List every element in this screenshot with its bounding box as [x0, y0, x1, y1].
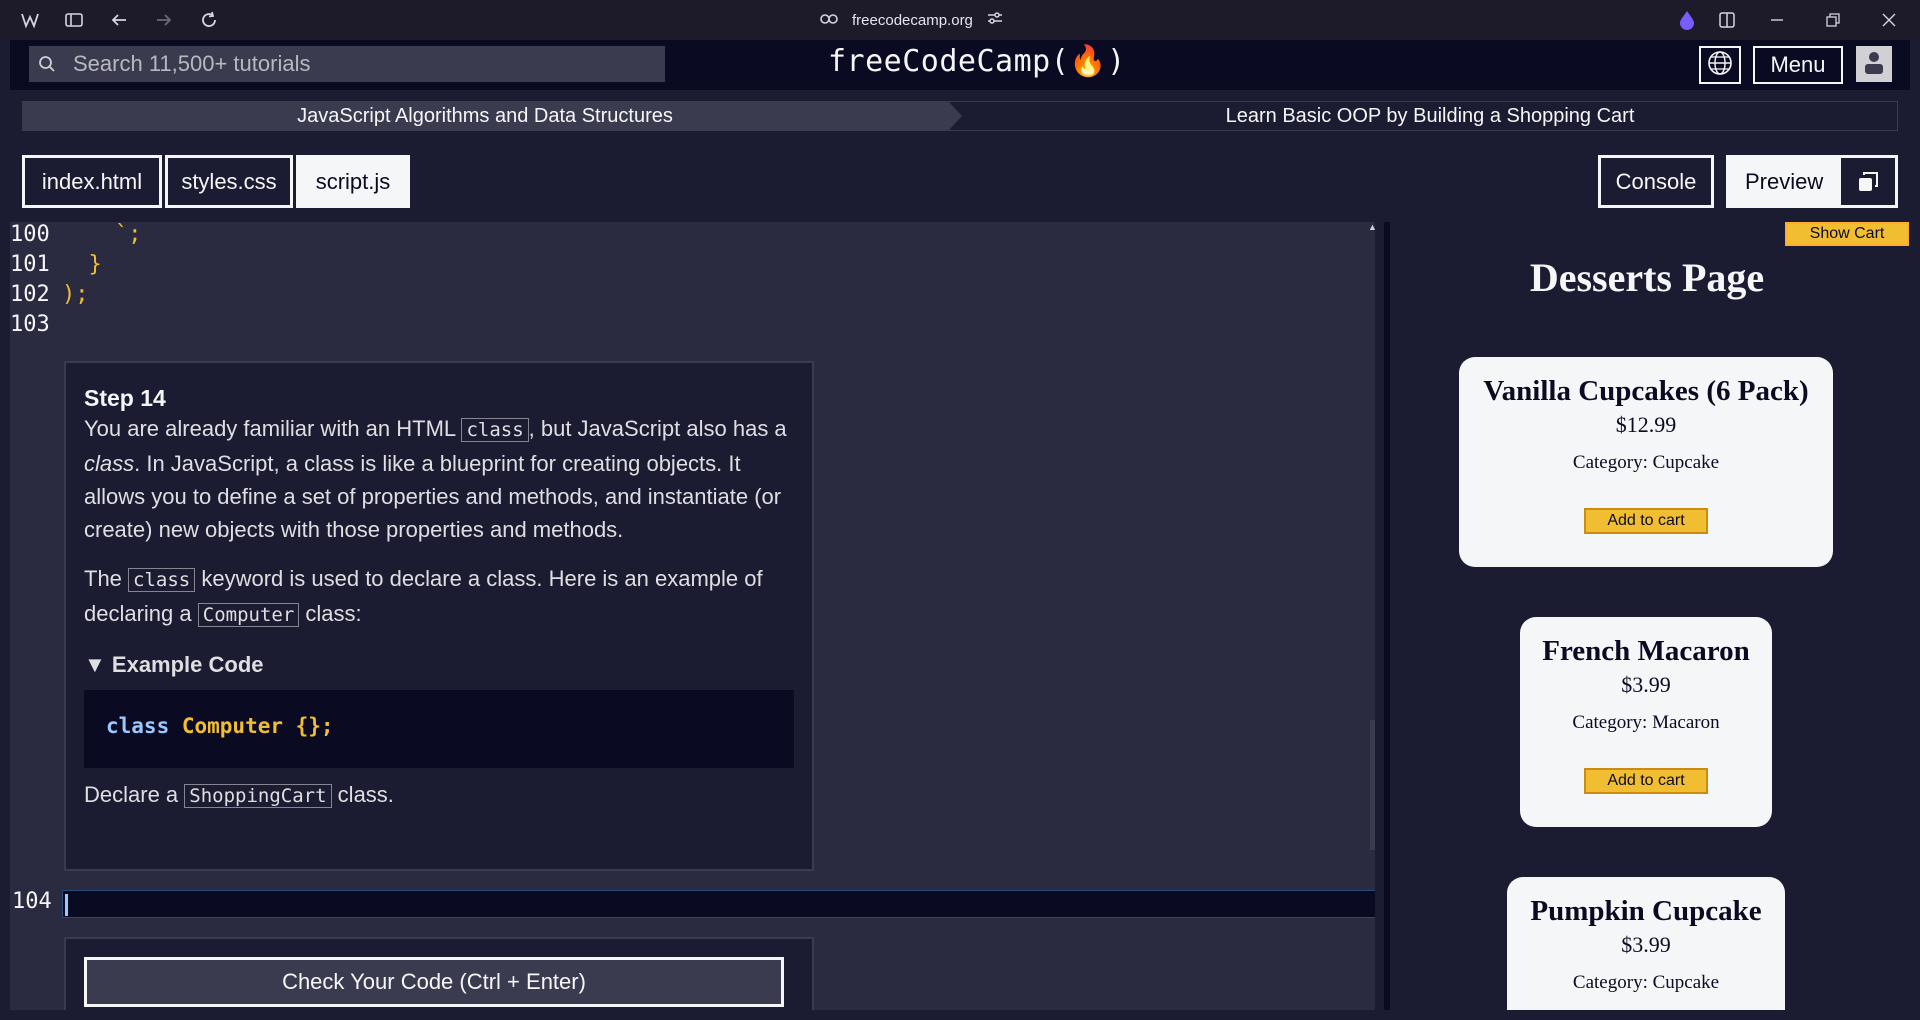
product-name: Pumpkin Cupcake — [1530, 895, 1762, 927]
product-card: Pumpkin Cupcake $3.99 Category: Cupcake — [1507, 877, 1785, 1010]
emphasis: class — [84, 451, 135, 476]
fcc-navbar: freeCodeCamp(🔥) Menu — [10, 40, 1910, 90]
fcc-logo[interactable]: freeCodeCamp(🔥) — [828, 44, 1126, 79]
product-category: Category: Cupcake — [1572, 452, 1720, 473]
line-number: 102 — [10, 282, 50, 307]
product-name: Vanilla Cupcakes (6 Pack) — [1483, 375, 1809, 407]
split-view-icon[interactable] — [1715, 8, 1739, 32]
sidebar-toggle-icon[interactable] — [62, 8, 86, 32]
page-title: Desserts Page — [1529, 255, 1765, 300]
code-line: ); — [62, 282, 89, 307]
preview-label: Preview — [1745, 168, 1824, 194]
tab-script-js[interactable]: script.js — [296, 155, 410, 208]
example-code-toggle[interactable]: ▼ Example Code — [84, 652, 794, 678]
text: class. — [331, 782, 394, 807]
preview-divider[interactable] — [1384, 222, 1390, 1010]
step-title: Step 14 — [84, 385, 166, 411]
check-code-panel: Check Your Code (Ctrl + Enter) — [64, 937, 814, 1010]
check-code-button[interactable]: Check Your Code (Ctrl + Enter) — [84, 957, 784, 1007]
code-line: } — [62, 252, 102, 277]
product-price: $3.99 — [1621, 932, 1671, 957]
add-to-cart-button[interactable]: Add to cart — [1584, 768, 1708, 794]
search-bar[interactable] — [29, 46, 665, 82]
example-summary-label: Example Code — [111, 652, 264, 677]
product-card: French Macaron $3.99 Category: Macaron A… — [1520, 617, 1772, 827]
inline-code: ShoppingCart — [184, 784, 332, 808]
popout-icon[interactable] — [1841, 158, 1895, 205]
reload-icon[interactable] — [197, 8, 221, 32]
step-paragraph-1: You are already familiar with an HTML cl… — [84, 412, 794, 546]
example-code-block: class Computer {}; — [84, 690, 794, 768]
line-number: 103 — [10, 312, 50, 337]
preview-pane: Show Cart Desserts Page Vanilla Cupcakes… — [1384, 222, 1910, 1010]
scrollbar-thumb[interactable] — [1370, 720, 1375, 850]
back-arrow-icon[interactable] — [107, 8, 131, 32]
breadcrumb-superblock[interactable]: JavaScript Algorithms and Data Structure… — [22, 101, 962, 131]
code-line: `; — [62, 222, 142, 247]
editor-scrollbar[interactable]: ▲ — [1368, 222, 1375, 1010]
breadcrumb-block[interactable]: Learn Basic OOP by Building a Shopping C… — [948, 101, 1898, 131]
code-rest: Computer {}; — [169, 714, 334, 738]
product-card: Vanilla Cupcakes (6 Pack) $12.99 Categor… — [1459, 357, 1833, 567]
triangle-down-icon: ▼ — [84, 652, 106, 677]
breadcrumb: JavaScript Algorithms and Data Structure… — [22, 101, 1898, 131]
search-icon — [29, 46, 65, 82]
text: class: — [299, 601, 362, 626]
line-number: 104 — [12, 889, 52, 914]
text: Declare a — [84, 782, 185, 807]
address-bar[interactable]: freecodecamp.org — [820, 8, 1003, 32]
language-button[interactable] — [1699, 46, 1741, 84]
inline-code: class — [461, 418, 529, 442]
link-icon — [820, 12, 838, 29]
add-to-cart-button[interactable]: Add to cart — [1584, 508, 1708, 534]
step-paragraph-3: Declare a ShoppingCart class. — [84, 778, 794, 813]
product-price: $12.99 — [1615, 412, 1677, 437]
user-avatar-icon — [1860, 48, 1888, 81]
console-button[interactable]: Console — [1598, 155, 1714, 208]
extension-icon[interactable] — [1675, 8, 1699, 32]
step-paragraph-2: The class keyword is used to declare a c… — [84, 562, 794, 632]
forward-arrow-icon[interactable] — [152, 8, 176, 32]
menu-button[interactable]: Menu — [1753, 46, 1843, 84]
text: . In JavaScript, a class is like a bluep… — [84, 451, 782, 542]
restore-icon[interactable] — [1821, 8, 1845, 32]
text: , but JavaScript also has a — [528, 416, 787, 441]
product-category: Category: Macaron — [1572, 712, 1720, 733]
preview-button[interactable]: Preview — [1726, 155, 1898, 208]
text: You are already familiar with an HTML — [84, 416, 462, 441]
code-keyword: class — [106, 714, 170, 738]
minimize-icon[interactable] — [1765, 8, 1789, 32]
search-input[interactable] — [65, 51, 645, 77]
tab-styles-css[interactable]: styles.css — [165, 155, 293, 208]
inline-code: Computer — [197, 603, 300, 627]
line-number: 101 — [10, 252, 50, 277]
product-price: $3.99 — [1621, 672, 1671, 697]
inline-code: class — [128, 568, 196, 592]
site-settings-icon[interactable] — [987, 11, 1003, 29]
show-cart-button[interactable]: Show Cart — [1785, 222, 1909, 246]
url-text: freecodecamp.org — [852, 11, 973, 29]
globe-icon — [1707, 50, 1733, 81]
code-editor[interactable]: 100 `; 101 } 102 ); 103 Step 14 You are … — [10, 222, 1375, 1010]
avatar[interactable] — [1856, 46, 1892, 82]
product-category: Category: Cupcake — [1572, 972, 1720, 993]
text-caret — [65, 894, 68, 916]
tab-index-html[interactable]: index.html — [22, 155, 162, 208]
browser-logo-icon[interactable] — [18, 8, 42, 32]
active-code-line[interactable] — [62, 890, 1375, 918]
text: The — [84, 566, 129, 591]
browser-toolbar: freecodecamp.org — [0, 0, 1920, 40]
step-instructions: Step 14 You are already familiar with an… — [64, 361, 814, 871]
line-number: 100 — [10, 222, 50, 247]
scroll-up-arrow-icon[interactable]: ▲ — [1368, 222, 1375, 232]
product-name: French Macaron — [1542, 635, 1750, 667]
close-window-icon[interactable] — [1877, 8, 1901, 32]
